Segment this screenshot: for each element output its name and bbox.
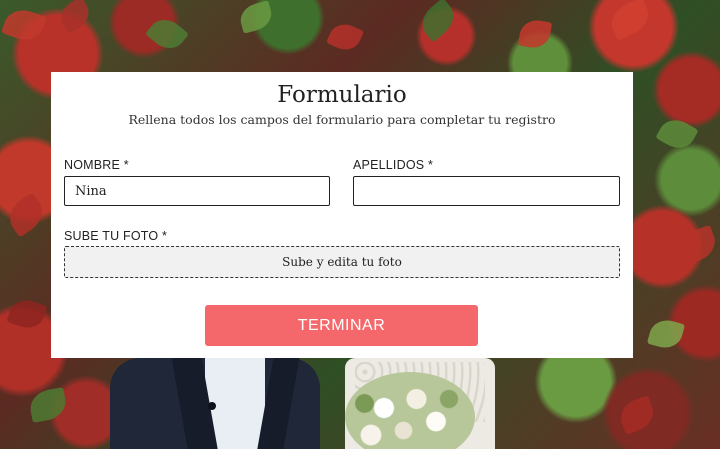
ivy-leaf xyxy=(655,113,699,155)
ivy-leaf xyxy=(554,372,602,418)
foto-label: SUBE TU FOTO * xyxy=(64,229,168,243)
ivy-leaf xyxy=(2,192,50,238)
ivy-leaf xyxy=(27,387,69,423)
ivy-leaf xyxy=(615,395,659,435)
ivy-leaf xyxy=(646,316,686,352)
apellidos-input[interactable] xyxy=(353,176,620,206)
form-subtitle: Rellena todos los campos del formulario … xyxy=(128,112,556,127)
suit-button xyxy=(208,402,216,410)
ivy-leaf xyxy=(517,17,553,51)
upload-text: Sube y edita tu foto xyxy=(282,255,402,269)
photo-upload-dropzone[interactable]: Sube y edita tu foto xyxy=(64,246,620,278)
ivy-leaf xyxy=(6,295,48,333)
ivy-leaf xyxy=(325,18,365,56)
ivy-leaf xyxy=(675,224,720,266)
form-card: Formulario Rellena todos los campos del … xyxy=(51,72,633,358)
ivy-leaf xyxy=(144,12,190,56)
form-title: Formulario xyxy=(277,82,407,108)
ivy-leaf xyxy=(237,0,275,34)
ivy-leaf xyxy=(1,4,47,46)
nombre-label: NOMBRE * xyxy=(64,158,129,172)
submit-button[interactable]: TERMINAR xyxy=(205,305,478,346)
ivy-leaf xyxy=(415,0,461,43)
apellidos-label: APELLIDOS * xyxy=(353,158,434,172)
ivy-leaf xyxy=(55,0,95,34)
ivy-leaf xyxy=(605,0,655,42)
nombre-input[interactable] xyxy=(64,176,330,206)
